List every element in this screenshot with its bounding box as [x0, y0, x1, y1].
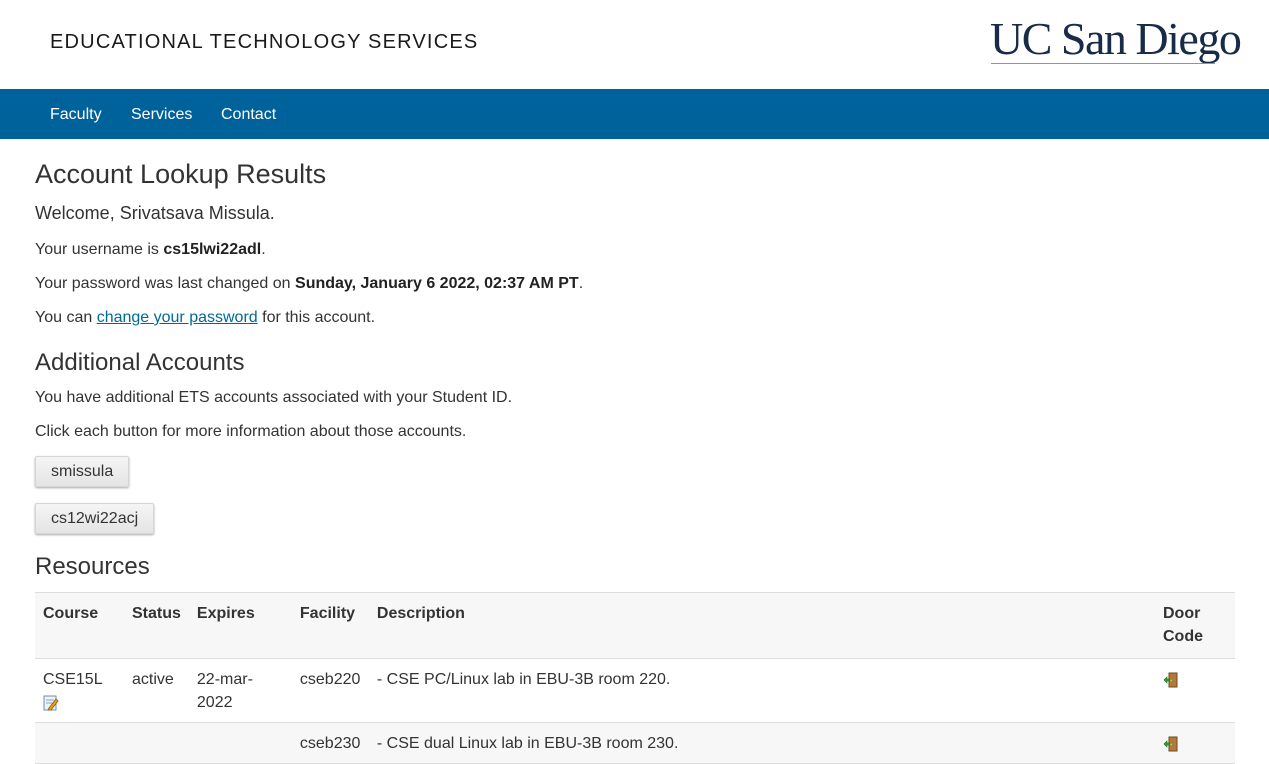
column-header-status: Status: [124, 592, 189, 659]
main-nav: Faculty Services Contact: [0, 89, 1269, 139]
welcome-message: Welcome, Srivatsava Missula.: [35, 203, 275, 223]
username-value: cs15lwi22adl: [163, 241, 262, 258]
change-password-link[interactable]: change your password: [97, 309, 258, 326]
resources-heading: Resources: [35, 553, 150, 580]
change-prefix: You can: [35, 309, 97, 326]
door-icon[interactable]: [1163, 736, 1179, 752]
username-suffix: .: [261, 241, 266, 258]
status-cell: [124, 722, 189, 764]
edit-icon[interactable]: [43, 695, 59, 711]
table-header-row: Course Status Expires Facility Descripti…: [35, 592, 1235, 659]
status-cell: active: [124, 658, 189, 723]
table-row: cseb230 - CSE dual Linux lab in EBU-3B r…: [35, 722, 1235, 764]
site-title[interactable]: EDUCATIONAL TECHNOLOGY SERVICES: [50, 31, 478, 54]
table-row: CSE15L active 22-mar-2022 cseb220 - CSE …: [35, 658, 1235, 723]
username-line: Your username is cs15lwi22adl.: [35, 241, 266, 259]
door-icon[interactable]: [1163, 672, 1179, 688]
description-cell: - CSE dual Linux lab in EBU-3B room 230.: [368, 722, 1155, 764]
site-header: EDUCATIONAL TECHNOLOGY SERVICES UC San D…: [0, 0, 1269, 89]
column-header-course: Course: [35, 592, 124, 659]
account-button-cs12wi22acj[interactable]: cs12wi22acj: [35, 503, 155, 534]
door-code-cell: [1155, 658, 1235, 723]
column-header-facility: Facility: [291, 592, 369, 659]
additional-accounts-heading: Additional Accounts: [35, 349, 245, 376]
course-cell: CSE15L: [35, 658, 124, 723]
password-prefix: Your password was last changed on: [35, 275, 296, 292]
password-line: Your password was last changed on Sunday…: [35, 275, 583, 293]
facility-cell: cseb220: [291, 658, 369, 723]
change-suffix: for this account.: [257, 309, 376, 326]
password-changed-date: Sunday, January 6 2022, 02:37 AM PT: [295, 275, 579, 292]
additional-accounts-info: You have additional ETS accounts associa…: [35, 389, 513, 406]
course-name: CSE15L: [43, 671, 103, 688]
nav-item-services[interactable]: Services: [131, 106, 192, 124]
username-prefix: Your username is: [35, 241, 164, 258]
logo-underline: [991, 63, 1215, 64]
resources-table: Course Status Expires Facility Descripti…: [35, 592, 1235, 764]
change-password-line: You can change your password for this ac…: [35, 309, 375, 327]
facility-cell: cseb230: [291, 722, 369, 764]
description-cell: - CSE PC/Linux lab in EBU-3B room 220.: [368, 658, 1155, 723]
expires-cell: 22-mar-2022: [188, 658, 292, 723]
door-code-cell: [1155, 722, 1235, 764]
course-cell: [35, 722, 124, 764]
door-code-header-text: Door Code: [1163, 605, 1203, 645]
account-button-smissula[interactable]: smissula: [35, 456, 130, 487]
column-header-expires: Expires: [188, 592, 292, 659]
password-suffix: .: [578, 275, 584, 292]
ucsd-logo[interactable]: UC San Diego: [990, 16, 1242, 62]
column-header-door-code: Door Code: [1155, 592, 1235, 659]
column-header-description: Description: [368, 592, 1155, 659]
page-title: Account Lookup Results: [35, 159, 327, 189]
nav-item-faculty[interactable]: Faculty: [50, 106, 102, 124]
additional-accounts-instructions: Click each button for more information a…: [35, 423, 467, 440]
expires-cell: [188, 722, 292, 764]
nav-item-contact[interactable]: Contact: [221, 106, 276, 124]
